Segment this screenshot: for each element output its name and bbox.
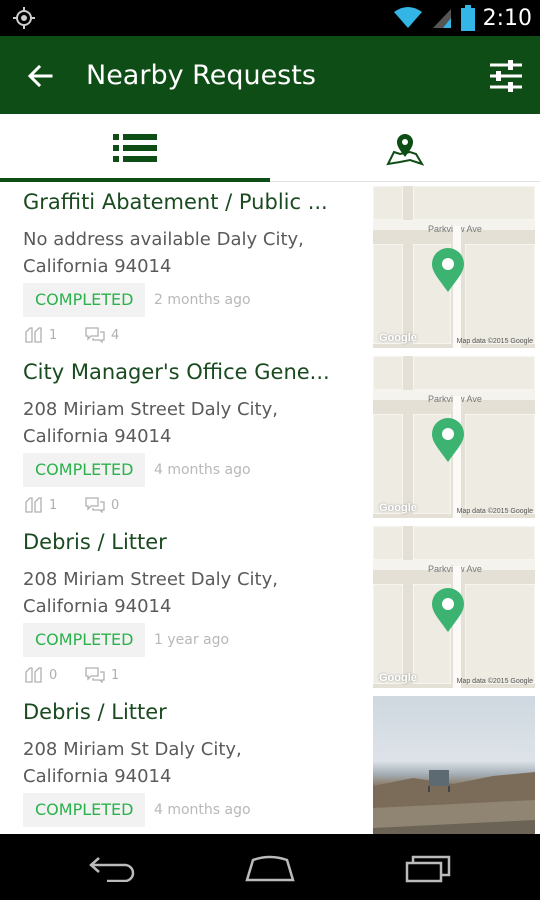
filter-sliders-icon[interactable] — [486, 56, 526, 96]
back-button[interactable] — [20, 58, 60, 94]
map-pin-icon — [386, 134, 424, 166]
supporters-icon — [25, 497, 42, 513]
address-line-2: California 94014 — [23, 426, 172, 447]
status-badge: COMPLETED — [23, 453, 146, 487]
comment-icon — [85, 327, 105, 343]
map-marker-icon — [432, 588, 464, 632]
status-bar: 2:10 — [0, 0, 540, 36]
address-line-2: California 94014 — [23, 256, 172, 277]
tab-list[interactable] — [0, 114, 270, 182]
map-data-attribution: Map data ©2015 Google — [456, 678, 533, 685]
supporters-icon — [25, 667, 42, 683]
status-badge: COMPLETED — [23, 623, 146, 657]
supporters-count: 1 — [25, 327, 57, 343]
google-logo: Google — [379, 502, 417, 514]
time-ago: 2 months ago — [154, 292, 251, 308]
google-logo: Google — [379, 332, 417, 344]
supporters-icon — [25, 327, 42, 343]
address-line-1: 208 Miriam St Daly City, — [23, 739, 242, 760]
comments-count: 1 — [85, 667, 119, 683]
signal-icon — [432, 9, 451, 28]
recents-icon — [405, 855, 451, 883]
request-title: Debris / Litter — [23, 700, 167, 724]
wifi-icon — [393, 7, 422, 28]
map-thumbnail[interactable]: Parkview Ave Google Map data ©2015 Googl… — [373, 356, 535, 518]
request-address: 208 Miriam St Daly City, California 9401… — [23, 736, 353, 790]
request-title: Graffiti Abatement / Public ... — [23, 190, 328, 214]
status-badge: COMPLETED — [23, 793, 146, 827]
list-item[interactable]: City Manager's Office Gene... 208 Miriam… — [0, 352, 540, 522]
map-thumbnail[interactable]: Parkview Ave Google Map data ©2015 Googl… — [373, 186, 535, 348]
map-data-attribution: Map data ©2015 Google — [456, 338, 533, 345]
comments-value: 0 — [111, 497, 120, 513]
comment-icon — [85, 667, 105, 683]
address-line-1: 208 Miriam Street Daly City, — [23, 569, 278, 590]
status-time: 2:10 — [482, 5, 532, 31]
page-title: Nearby Requests — [86, 60, 316, 91]
request-title: City Manager's Office Gene... — [23, 360, 330, 384]
address-line-1: No address available Daly City, — [23, 229, 304, 250]
status-badge: COMPLETED — [23, 283, 146, 317]
google-logo: Google — [379, 672, 417, 684]
comments-value: 1 — [111, 667, 120, 683]
comments-count: 4 — [85, 327, 119, 343]
supporters-count: 1 — [25, 497, 57, 513]
address-line-1: 208 Miriam Street Daly City, — [23, 399, 278, 420]
time-ago: 4 months ago — [154, 462, 251, 478]
nav-home-button[interactable] — [240, 850, 300, 886]
request-address: 208 Miriam Street Daly City, California … — [23, 396, 353, 450]
address-line-2: California 94014 — [23, 596, 172, 617]
supporters-value: 1 — [49, 327, 58, 343]
map-thumbnail[interactable]: Parkview Ave Google Map data ©2015 Googl… — [373, 526, 535, 688]
supporters-value: 0 — [49, 667, 58, 683]
request-title: Debris / Litter — [23, 530, 167, 554]
bench-photo — [373, 770, 535, 834]
map-marker-icon — [432, 248, 464, 292]
time-ago: 1 year ago — [154, 632, 230, 648]
address-line-2: California 94014 — [23, 766, 172, 787]
comments-count: 0 — [85, 497, 119, 513]
list-item[interactable]: Debris / Litter 208 Miriam Street Daly C… — [0, 522, 540, 692]
arrow-back-icon — [27, 64, 53, 88]
back-icon — [89, 857, 135, 882]
list-item[interactable]: Debris / Litter 208 Miriam St Daly City,… — [0, 692, 540, 834]
list-item[interactable]: Graffiti Abatement / Public ... No addre… — [0, 182, 540, 352]
photo-thumbnail[interactable] — [373, 696, 535, 834]
comments-value: 4 — [111, 327, 120, 343]
app-bar: Nearby Requests — [0, 36, 540, 114]
list-icon — [113, 134, 157, 162]
location-icon — [13, 7, 35, 29]
supporters-value: 1 — [49, 497, 58, 513]
nav-recents-button[interactable] — [398, 850, 458, 886]
request-address: 208 Miriam Street Daly City, California … — [23, 566, 353, 620]
nav-back-button[interactable] — [82, 850, 142, 886]
battery-icon — [460, 5, 475, 31]
request-list[interactable]: Graffiti Abatement / Public ... No addre… — [0, 182, 540, 834]
home-icon — [245, 855, 295, 882]
map-marker-icon — [432, 418, 464, 462]
view-tabs — [0, 114, 540, 182]
tab-map[interactable] — [270, 114, 540, 182]
system-nav-bar — [0, 834, 540, 900]
supporters-count: 0 — [25, 667, 57, 683]
request-address: No address available Daly City, Californ… — [23, 226, 353, 280]
map-data-attribution: Map data ©2015 Google — [456, 508, 533, 515]
comment-icon — [85, 497, 105, 513]
time-ago: 4 months ago — [154, 802, 251, 818]
